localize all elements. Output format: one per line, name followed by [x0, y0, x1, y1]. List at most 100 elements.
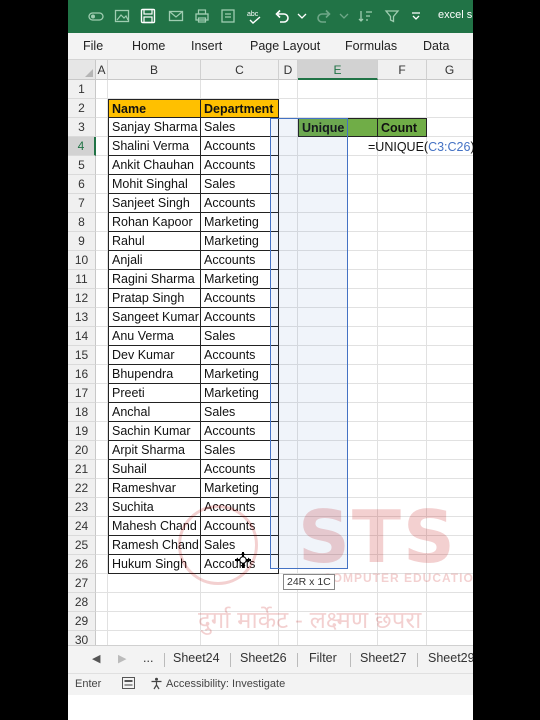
- sheet-tab-sheet27[interactable]: Sheet27: [360, 651, 407, 665]
- row-header-18[interactable]: 18: [68, 403, 96, 422]
- tab-page-layout[interactable]: Page Layout: [250, 39, 320, 53]
- table-cell-department[interactable]: Accounts: [201, 346, 279, 365]
- sheet-tab-filter[interactable]: Filter: [309, 651, 337, 665]
- table-cell-name[interactable]: Arpit Sharma: [108, 441, 201, 460]
- row-header-16[interactable]: 16: [68, 365, 96, 384]
- summary-header-unique[interactable]: Unique: [298, 118, 378, 137]
- undo-icon[interactable]: [274, 8, 290, 24]
- accessibility-status[interactable]: Accessibility: Investigate: [166, 678, 285, 690]
- save-icon[interactable]: [140, 8, 156, 24]
- column-header-e[interactable]: E: [298, 60, 378, 80]
- active-cell-formula[interactable]: =UNIQUE(C3:C26): [366, 138, 473, 157]
- table-cell-name[interactable]: Ramesh Chand: [108, 536, 201, 555]
- row-header-14[interactable]: 14: [68, 327, 96, 346]
- table-cell-name[interactable]: Sanjeet Singh: [108, 194, 201, 213]
- table-cell-name[interactable]: Hukum Singh: [108, 555, 201, 574]
- table-cell-department[interactable]: Marketing: [201, 365, 279, 384]
- table-cell-name[interactable]: Mahesh Chand: [108, 517, 201, 536]
- table-cell-department[interactable]: Accounts: [201, 422, 279, 441]
- table-cell-name[interactable]: Anu Verma: [108, 327, 201, 346]
- sheet-nav-next-icon[interactable]: ▶: [118, 652, 126, 665]
- sheet-tabs-more[interactable]: ...: [143, 651, 153, 665]
- row-header-2[interactable]: 2: [68, 99, 96, 118]
- redo-dropdown-icon[interactable]: [336, 8, 352, 24]
- table-cell-name[interactable]: Preeti: [108, 384, 201, 403]
- row-header-4[interactable]: 4: [68, 137, 96, 156]
- tab-formulas[interactable]: Formulas: [345, 39, 397, 53]
- row-header-19[interactable]: 19: [68, 422, 96, 441]
- row-header-24[interactable]: 24: [68, 517, 96, 536]
- row-header-27[interactable]: 27: [68, 574, 96, 593]
- table-cell-name[interactable]: Suchita: [108, 498, 201, 517]
- redo-icon[interactable]: [316, 8, 332, 24]
- tab-data[interactable]: Data: [423, 39, 449, 53]
- row-header-25[interactable]: 25: [68, 536, 96, 555]
- row-header-9[interactable]: 9: [68, 232, 96, 251]
- row-header-13[interactable]: 13: [68, 308, 96, 327]
- column-header-g[interactable]: G: [427, 60, 473, 80]
- table-cell-name[interactable]: Anchal: [108, 403, 201, 422]
- filter-icon[interactable]: [384, 8, 400, 24]
- sheet-tab-sheet24[interactable]: Sheet24: [173, 651, 220, 665]
- row-header-5[interactable]: 5: [68, 156, 96, 175]
- row-header-17[interactable]: 17: [68, 384, 96, 403]
- sheet-tab-sheet26[interactable]: Sheet26: [240, 651, 287, 665]
- table-cell-name[interactable]: Anjali: [108, 251, 201, 270]
- table-cell-name[interactable]: Sachin Kumar: [108, 422, 201, 441]
- table-cell-name[interactable]: Sangeet Kumar: [108, 308, 201, 327]
- table-cell-name[interactable]: Shalini Verma: [108, 137, 201, 156]
- row-header-6[interactable]: 6: [68, 175, 96, 194]
- table-cell-name[interactable]: Bhupendra: [108, 365, 201, 384]
- table-cell-department[interactable]: Accounts: [201, 308, 279, 327]
- table-cell-name[interactable]: Rameshvar: [108, 479, 201, 498]
- sort-icon[interactable]: [358, 8, 374, 24]
- row-header-15[interactable]: 15: [68, 346, 96, 365]
- undo-dropdown-icon[interactable]: [294, 8, 310, 24]
- table-cell-name[interactable]: Ragini Sharma: [108, 270, 201, 289]
- table-cell-department[interactable]: Marketing: [201, 213, 279, 232]
- table-cell-department[interactable]: Marketing: [201, 232, 279, 251]
- row-header-11[interactable]: 11: [68, 270, 96, 289]
- quick-print-icon[interactable]: [220, 8, 236, 24]
- macro-recording-icon[interactable]: [122, 677, 135, 689]
- table-cell-name[interactable]: Pratap Singh: [108, 289, 201, 308]
- row-header-21[interactable]: 21: [68, 460, 96, 479]
- tab-file[interactable]: File: [83, 39, 103, 53]
- table-cell-name[interactable]: Rahul: [108, 232, 201, 251]
- table-cell-name[interactable]: Mohit Singhal: [108, 175, 201, 194]
- table-cell-department[interactable]: Accounts: [201, 289, 279, 308]
- print-preview-icon[interactable]: [194, 8, 210, 24]
- column-header-a[interactable]: A: [96, 60, 108, 80]
- table-cell-department[interactable]: Accounts: [201, 498, 279, 517]
- row-header-28[interactable]: 28: [68, 593, 96, 612]
- table-cell-department[interactable]: Sales: [201, 403, 279, 422]
- row-header-29[interactable]: 29: [68, 612, 96, 631]
- row-header-26[interactable]: 26: [68, 555, 96, 574]
- row-header-22[interactable]: 22: [68, 479, 96, 498]
- table-cell-department[interactable]: Sales: [201, 441, 279, 460]
- table-cell-department[interactable]: Marketing: [201, 270, 279, 289]
- column-header-b[interactable]: B: [108, 60, 201, 80]
- table-header-name[interactable]: Name: [108, 99, 201, 118]
- tab-insert[interactable]: Insert: [191, 39, 222, 53]
- table-cell-name[interactable]: Ankit Chauhan: [108, 156, 201, 175]
- accessibility-icon[interactable]: [150, 677, 163, 690]
- table-cell-name[interactable]: Suhail: [108, 460, 201, 479]
- column-header-f[interactable]: F: [378, 60, 427, 80]
- email-icon[interactable]: [168, 8, 184, 24]
- select-all-button[interactable]: [68, 60, 96, 80]
- summary-header-count[interactable]: Count: [378, 118, 427, 137]
- table-cell-department[interactable]: Accounts: [201, 251, 279, 270]
- sheet-nav-prev-icon[interactable]: ◀: [92, 652, 100, 665]
- table-cell-name[interactable]: Rohan Kapoor: [108, 213, 201, 232]
- table-cell-department[interactable]: Accounts: [201, 156, 279, 175]
- table-header-department[interactable]: Department: [201, 99, 279, 118]
- column-header-d[interactable]: D: [279, 60, 298, 80]
- table-cell-department[interactable]: Sales: [201, 327, 279, 346]
- table-cell-department[interactable]: Accounts: [201, 194, 279, 213]
- table-cell-department[interactable]: Sales: [201, 175, 279, 194]
- table-cell-name[interactable]: Sanjay Sharma: [108, 118, 201, 137]
- row-header-20[interactable]: 20: [68, 441, 96, 460]
- customize-toolbar-icon[interactable]: [408, 8, 424, 24]
- row-header-23[interactable]: 23: [68, 498, 96, 517]
